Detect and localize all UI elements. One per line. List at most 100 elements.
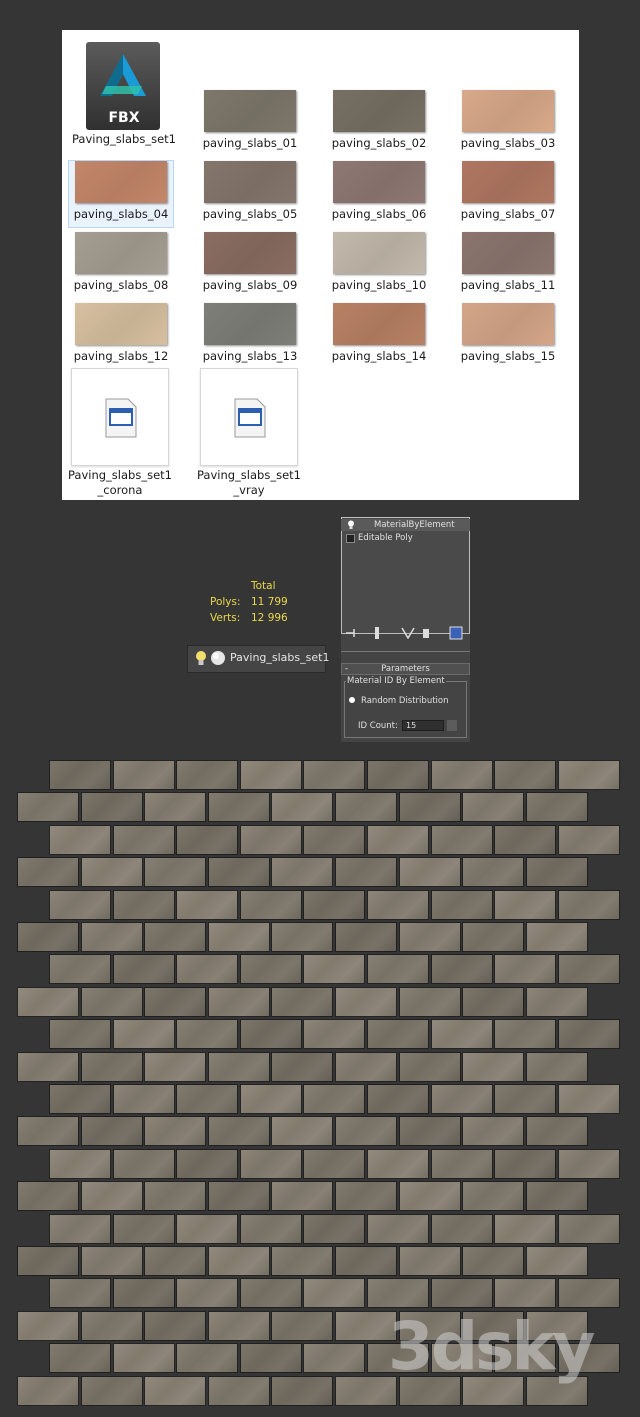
polys-label: Polys:: [210, 596, 241, 608]
brick: [398, 1116, 461, 1147]
lightbulb-icon[interactable]: [347, 520, 355, 530]
brick: [367, 1148, 429, 1179]
id-count-input[interactable]: 15: [402, 720, 444, 731]
brick: [112, 760, 175, 790]
texture-file[interactable]: paving_slabs_02: [327, 90, 431, 156]
modifier-panel: MaterialByElement Editable Poly - Parame…: [341, 517, 470, 742]
texture-file[interactable]: paving_slabs_06: [327, 161, 431, 227]
expand-icon[interactable]: [346, 534, 355, 543]
scene-file-icon: [71, 368, 169, 466]
texture-file[interactable]: paving_slabs_11: [456, 232, 560, 298]
brick: [271, 1116, 334, 1147]
layer-name: Paving_slabs_set1: [230, 651, 330, 664]
render-sphere-icon[interactable]: [210, 650, 226, 666]
parameters-rollout-header[interactable]: - Parameters: [341, 663, 470, 675]
brick: [49, 1343, 111, 1374]
brick: [525, 922, 588, 952]
texture-file[interactable]: paving_slabs_15: [456, 303, 560, 369]
texture-file[interactable]: paving_slabs_05: [198, 161, 302, 227]
brick: [303, 824, 366, 855]
brick: [557, 1213, 620, 1244]
corona-scene-file[interactable]: Paving_slabs_set1 _corona: [68, 368, 172, 498]
brick: [303, 954, 366, 985]
show-end-result-icon[interactable]: [373, 626, 381, 640]
brick: [303, 1278, 366, 1309]
brick: [239, 760, 302, 790]
brick: [112, 1019, 175, 1050]
pin-stack-icon[interactable]: [345, 627, 359, 639]
brick: [557, 954, 620, 985]
brick: [557, 1019, 620, 1050]
modifier-stack-item[interactable]: MaterialByElement: [341, 519, 470, 531]
brick: [398, 792, 461, 823]
brick: [462, 1051, 525, 1082]
brick: [271, 986, 334, 1017]
brick: [557, 1084, 620, 1114]
brick: [112, 889, 175, 920]
brick: [144, 857, 207, 888]
texture-thumbnail: [333, 90, 425, 132]
texture-file[interactable]: paving_slabs_13: [198, 303, 302, 369]
brick: [430, 760, 493, 790]
brick: [112, 1343, 175, 1374]
texture-file[interactable]: paving_slabs_03: [456, 90, 560, 156]
brick: [144, 792, 207, 823]
brick: [367, 1019, 429, 1050]
brick: [239, 1148, 302, 1179]
texture-file-label: paving_slabs_10: [331, 278, 427, 292]
brick: [207, 1181, 270, 1212]
brick: [494, 760, 557, 790]
brick: [398, 857, 461, 888]
make-unique-icon[interactable]: [401, 627, 415, 639]
remove-modifier-icon[interactable]: [421, 627, 431, 639]
brick: [430, 1148, 493, 1179]
brick: [207, 922, 270, 952]
rollout-collapse-toggle[interactable]: -: [345, 664, 348, 674]
brick: [112, 1213, 175, 1244]
brick: [144, 1181, 207, 1212]
brick: [112, 824, 175, 855]
brick: [176, 760, 239, 790]
modifier-stack-item[interactable]: Editable Poly: [341, 532, 470, 544]
brick: [17, 986, 79, 1017]
texture-file[interactable]: paving_slabs_14: [327, 303, 431, 369]
lightbulb-icon[interactable]: [195, 650, 207, 667]
vray-scene-file[interactable]: Paving_slabs_set1 _vray: [197, 368, 301, 498]
brick: [335, 1246, 397, 1276]
texture-thumbnail: [204, 303, 296, 345]
brick: [462, 857, 525, 888]
brick: [367, 760, 429, 790]
fbx-file[interactable]: FBX Paving_slabs_set1: [72, 38, 176, 147]
brick: [176, 954, 239, 985]
brick: [303, 1148, 366, 1179]
brick: [494, 889, 557, 920]
brick: [239, 1278, 302, 1309]
texture-file[interactable]: paving_slabs_01: [198, 90, 302, 156]
texture-file[interactable]: paving_slabs_12: [69, 303, 173, 369]
id-count-spinner[interactable]: [447, 720, 457, 731]
texture-file[interactable]: paving_slabs_09: [198, 232, 302, 298]
texture-file[interactable]: paving_slabs_07: [456, 161, 560, 227]
texture-thumbnail: [462, 90, 554, 132]
radio-button[interactable]: [349, 697, 355, 703]
layer-item[interactable]: Paving_slabs_set1: [187, 645, 330, 673]
brick: [207, 857, 270, 888]
texture-file[interactable]: paving_slabs_10: [327, 232, 431, 298]
brick: [494, 824, 557, 855]
texture-file[interactable]: paving_slabs_08: [69, 232, 173, 298]
brick: [525, 1051, 588, 1082]
brick: [80, 1181, 143, 1212]
brick: [176, 824, 239, 855]
configure-modifier-sets-icon[interactable]: [449, 626, 463, 640]
texture-thumbnail: [462, 303, 554, 345]
brick: [49, 824, 111, 855]
texture-file[interactable]: paving_slabs_04: [68, 160, 174, 228]
brick: [271, 792, 334, 823]
brick: [49, 954, 111, 985]
brick: [176, 1213, 239, 1244]
brick: [430, 889, 493, 920]
brick: [271, 1181, 334, 1212]
brick: [430, 1084, 493, 1114]
brick: [557, 1148, 620, 1179]
fbx-file-label: Paving_slabs_set1: [72, 132, 176, 146]
